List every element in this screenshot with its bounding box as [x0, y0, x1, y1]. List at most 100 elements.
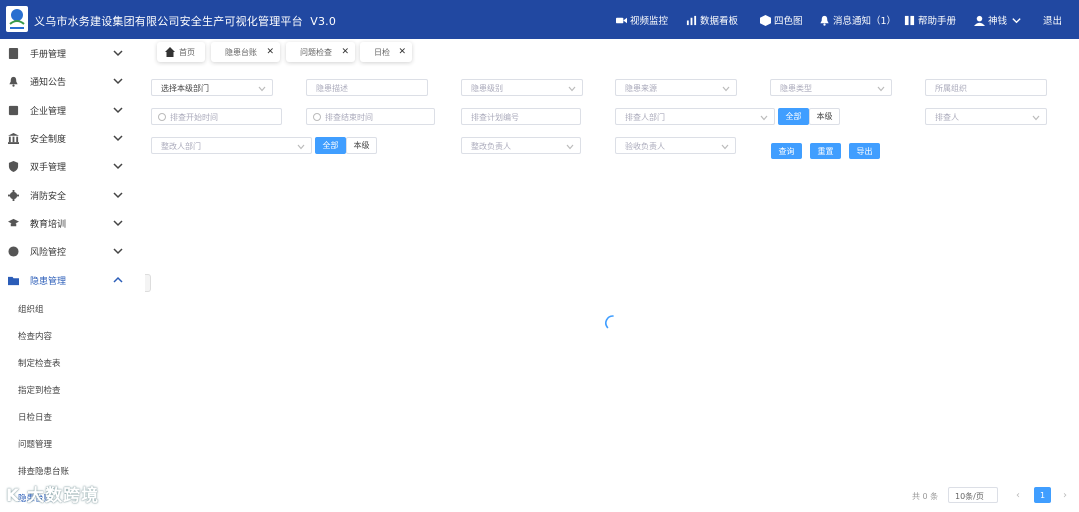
video-camera-icon	[616, 17, 627, 23]
chevron-down-icon	[258, 85, 266, 92]
chevron-down-icon	[113, 76, 123, 86]
rectifier-department-select[interactable]: 整改人部门	[151, 137, 312, 154]
rectifier-scope-all[interactable]: 全部	[315, 137, 346, 154]
hazard-level-select[interactable]: 隐患级别	[461, 79, 583, 96]
sidebar-subitem[interactable]: 日检日查	[18, 411, 52, 423]
sidebar-subitem[interactable]: 排查隐患台账	[18, 465, 69, 477]
sidebar-subitem[interactable]: 指定到检查	[18, 384, 61, 396]
nav-video-monitor[interactable]: 视频监控	[616, 13, 668, 27]
check-end-date[interactable]: 排查结束时间	[306, 108, 435, 125]
graduation-cap-icon	[8, 218, 19, 229]
sidebar-item-manual[interactable]: 手册管理	[0, 39, 138, 67]
hazard-source-select[interactable]: 隐患来源	[615, 79, 737, 96]
export-button[interactable]: 导出	[849, 143, 880, 159]
sidebar-subitem[interactable]: 检查内容	[18, 330, 52, 342]
chevron-down-icon	[113, 218, 123, 228]
acceptance-owner-select[interactable]: 验收负责人	[615, 137, 736, 154]
user-icon	[974, 15, 985, 26]
close-icon[interactable]: ✕	[398, 47, 406, 57]
loading-spinner-icon	[605, 315, 614, 329]
rectification-owner-select[interactable]: 整改负责人	[461, 137, 581, 154]
book-icon	[904, 15, 915, 25]
close-icon[interactable]: ✕	[341, 47, 349, 57]
chevron-down-icon	[568, 85, 576, 92]
rectifier-scope-level[interactable]: 本级	[346, 137, 377, 154]
tab-problem-check[interactable]: 问题检查 ✕	[286, 42, 355, 62]
sidebar-item-company[interactable]: 企业管理	[0, 96, 138, 124]
nav-four-color-map[interactable]: 四色图	[760, 13, 803, 27]
chevron-down-icon	[113, 161, 123, 171]
chevron-down-icon	[1032, 114, 1040, 121]
check-start-date[interactable]: 排查开始时间	[151, 108, 282, 125]
checker-scope-level[interactable]: 本级	[809, 108, 840, 125]
hazard-description-input[interactable]: 隐患描述	[306, 79, 428, 96]
checker-department-select[interactable]: 排查人部门	[615, 108, 775, 125]
sidebar-item-risk-control[interactable]: 风险管控	[0, 237, 138, 265]
sidebar-item-dual-control[interactable]: 双手管理	[0, 152, 138, 180]
tab-daily-check[interactable]: 日检 ✕	[360, 42, 412, 62]
checker-scope-all[interactable]: 全部	[778, 108, 809, 125]
tab-hazard-ledger[interactable]: 隐患台账 ✕	[211, 42, 280, 62]
sidebar-collapse-handle[interactable]	[145, 274, 151, 292]
hazard-type-select[interactable]: 隐患类型	[770, 79, 892, 96]
chevron-down-icon	[113, 105, 123, 115]
chevron-down-icon	[722, 85, 730, 92]
sidebar-subitem[interactable]: 制定检查表	[18, 357, 61, 369]
sidebar-subitem[interactable]: 问题管理	[18, 438, 52, 450]
bell-icon	[820, 15, 829, 26]
globe-icon	[8, 245, 19, 257]
tab-home[interactable]: 首页	[157, 42, 205, 62]
nav-user-menu[interactable]: 神钱	[974, 13, 1025, 27]
organization-select[interactable]: 所属组织	[925, 79, 1047, 96]
nav-logout[interactable]: 退出	[1043, 13, 1062, 27]
manual-icon	[8, 47, 19, 59]
sidebar: 手册管理 通知公告 企业管理 安全制度 双手管理 消防安全 教育培训 风险管控	[0, 39, 138, 512]
nav-help-manual[interactable]: 帮助手册	[904, 13, 956, 27]
pagination-total: 共 0 条	[912, 492, 939, 501]
query-button[interactable]: 查询	[771, 143, 802, 159]
sidebar-item-training[interactable]: 教育培训	[0, 209, 138, 237]
bank-icon	[8, 132, 19, 144]
check-plan-number-input[interactable]: 排查计划编号	[461, 108, 581, 125]
chevron-down-icon	[877, 85, 885, 92]
nav-data-board[interactable]: 数据看板	[686, 13, 738, 27]
page-size-select[interactable]: 10条/页	[948, 487, 998, 503]
clock-icon	[313, 113, 321, 121]
company-logo	[6, 6, 28, 32]
clock-icon	[158, 113, 166, 121]
sidebar-subitem[interactable]: 组织组	[18, 303, 44, 315]
chevron-up-icon	[113, 275, 123, 285]
checker-select[interactable]: 排查人	[925, 108, 1047, 125]
prev-page-icon[interactable]: ‹	[1016, 490, 1020, 501]
chevron-down-icon	[760, 114, 768, 121]
chevron-down-icon	[721, 143, 729, 150]
next-page-icon[interactable]: ›	[1063, 490, 1067, 501]
shield-icon	[8, 160, 19, 172]
app-title: 义乌市水务建设集团有限公司安全生产可视化管理平台 V3.0	[34, 15, 337, 28]
sidebar-item-hazard-management[interactable]: 隐患管理	[0, 266, 138, 294]
watermark-logo: K 大数跨境	[6, 486, 100, 506]
page-number-current[interactable]: 1	[1034, 487, 1051, 503]
top-header: 义乌市水务建设集团有限公司安全生产可视化管理平台 V3.0 视频监控 数据看板 …	[0, 0, 1079, 39]
nav-notifications[interactable]: 消息通知（1）	[819, 13, 896, 27]
reset-button[interactable]: 重置	[810, 143, 841, 159]
sidebar-item-fire-safety[interactable]: 消防安全	[0, 181, 138, 209]
close-icon[interactable]: ✕	[266, 47, 274, 57]
gear-icon	[8, 189, 19, 201]
chevron-down-icon	[113, 133, 123, 143]
chevron-down-icon	[566, 143, 574, 150]
chevron-down-icon	[113, 246, 123, 256]
department-select[interactable]: 选择本级部门	[151, 79, 273, 96]
chevron-down-icon	[113, 48, 123, 58]
bell-icon	[8, 76, 19, 87]
cube-icon	[760, 14, 771, 26]
folder-icon	[8, 275, 19, 286]
home-icon	[165, 47, 175, 57]
bar-chart-icon	[686, 15, 697, 25]
sidebar-item-safety-rules[interactable]: 安全制度	[0, 124, 138, 152]
company-icon	[8, 105, 19, 116]
chevron-down-icon	[113, 190, 123, 200]
sidebar-item-notice[interactable]: 通知公告	[0, 67, 138, 95]
chevron-down-icon	[1012, 17, 1021, 23]
chevron-down-icon	[297, 143, 305, 150]
